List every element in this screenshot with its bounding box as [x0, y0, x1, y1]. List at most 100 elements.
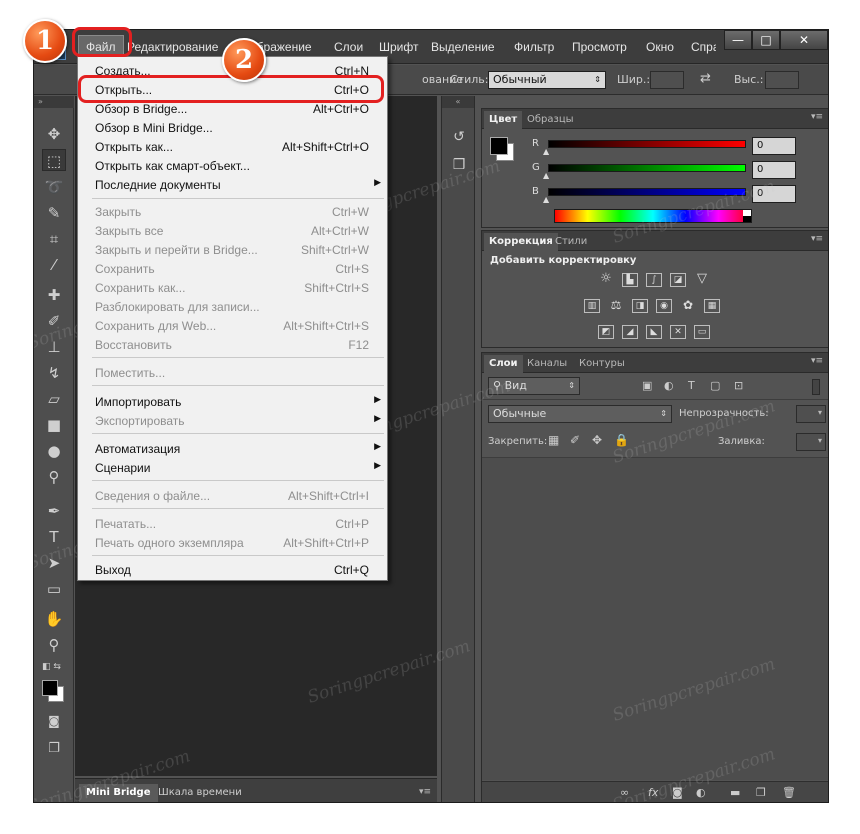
selective-color-icon[interactable]: ▭ — [694, 325, 710, 339]
color-spectrum-bar[interactable] — [554, 209, 752, 223]
layer-style-icon[interactable]: fx — [648, 786, 658, 799]
maximize-button[interactable]: □ — [752, 30, 780, 50]
move-tool-icon[interactable]: ✥ — [42, 123, 66, 145]
filter-pixel-icon[interactable]: ▣ — [642, 379, 652, 392]
layer-mask-icon[interactable]: ◙ — [672, 786, 683, 799]
menu-item-browse-mini-bridge[interactable]: Обзор в Mini Bridge... — [78, 118, 387, 137]
hue-saturation-icon[interactable]: ▥ — [584, 299, 600, 313]
blue-slider[interactable] — [548, 188, 746, 196]
fill-field[interactable]: ▾ — [796, 433, 826, 451]
stamp-tool-icon[interactable]: ⊥ — [42, 336, 66, 358]
tab-layers[interactable]: Слои — [484, 355, 523, 373]
menu-item-revert[interactable]: Восстановить F12 — [78, 335, 387, 354]
menu-select[interactable]: Выделение — [431, 40, 495, 54]
menu-item-scripts[interactable]: Сценарии ▶ — [78, 458, 387, 477]
dodge-tool-icon[interactable]: ⚲ — [42, 466, 66, 488]
tab-adjustments[interactable]: Коррекция — [484, 233, 558, 251]
new-layer-icon[interactable]: ❐ — [756, 786, 766, 799]
filter-smart-object-icon[interactable]: ⊡ — [734, 379, 743, 392]
lock-all-icon[interactable]: 🔒 — [614, 433, 629, 447]
marquee-tool-icon[interactable]: ⬚ — [42, 149, 66, 171]
tab-styles[interactable]: Стили — [550, 233, 592, 251]
filter-type-icon[interactable]: T — [688, 379, 695, 392]
green-slider-knob[interactable]: ▲ — [543, 171, 549, 180]
menu-item-save[interactable]: Сохранить Ctrl+S — [78, 259, 387, 278]
bottom-panel-menu-icon[interactable]: ▾≡ — [419, 787, 431, 797]
menu-item-print[interactable]: Печатать... Ctrl+P — [78, 514, 387, 533]
tab-paths[interactable]: Контуры — [574, 355, 630, 373]
levels-icon[interactable]: ▙ — [622, 273, 638, 287]
quick-selection-tool-icon[interactable]: ✎ — [42, 202, 66, 224]
healing-brush-tool-icon[interactable]: ✚ — [42, 284, 66, 306]
menu-item-file-info[interactable]: Сведения о файле... Alt+Shift+Ctrl+I — [78, 486, 387, 505]
invert-icon[interactable]: ◩ — [598, 325, 614, 339]
menu-edit[interactable]: Редактирование — [127, 40, 218, 54]
gradient-tool-icon[interactable]: ■ — [42, 414, 66, 436]
curves-icon[interactable]: ∫ — [646, 273, 662, 287]
height-field[interactable] — [765, 71, 799, 89]
tab-channels[interactable]: Каналы — [522, 355, 572, 373]
menu-layers[interactable]: Слои — [334, 40, 363, 54]
filter-toggle[interactable] — [812, 379, 820, 395]
strip-collapse-icon[interactable]: « — [442, 96, 474, 108]
zoom-tool-icon[interactable]: ⚲ — [42, 634, 66, 656]
color-lookup-icon[interactable]: ▦ — [704, 299, 720, 313]
menu-help[interactable]: Справка — [691, 40, 716, 54]
menu-item-save-for-web[interactable]: Сохранить для Web... Alt+Shift+Ctrl+S — [78, 316, 387, 335]
opacity-field[interactable]: ▾ — [796, 405, 826, 423]
close-button[interactable]: ✕ — [780, 30, 828, 50]
menu-item-open-as[interactable]: Открыть как... Alt+Shift+Ctrl+O — [78, 137, 387, 156]
pen-tool-icon[interactable]: ✒ — [42, 500, 66, 522]
color-fg-swatch[interactable] — [490, 137, 508, 155]
minimize-button[interactable]: — — [724, 30, 752, 50]
filter-adjustment-icon[interactable]: ◐ — [664, 379, 674, 392]
link-layers-icon[interactable]: ∞ — [620, 786, 629, 799]
layer-filter-select[interactable]: ⚲ Вид ⇕ — [488, 377, 580, 395]
screen-mode-icon[interactable]: ❐ — [42, 738, 66, 760]
type-tool-icon[interactable]: T — [42, 526, 66, 548]
menu-type[interactable]: Шрифт — [379, 40, 418, 54]
menu-item-place[interactable]: Поместить... — [78, 363, 387, 382]
menu-view[interactable]: Просмотр — [572, 40, 627, 54]
color-balance-icon[interactable]: ⚖ — [608, 299, 624, 313]
tab-color[interactable]: Цвет — [484, 111, 523, 129]
red-slider[interactable] — [548, 140, 746, 148]
blue-value-field[interactable]: 0 — [752, 185, 796, 203]
menu-item-exit[interactable]: Выход Ctrl+Q — [78, 560, 387, 579]
menu-item-recent-documents[interactable]: Последние документы ▶ — [78, 175, 387, 194]
red-slider-knob[interactable]: ▲ — [543, 147, 549, 156]
blend-mode-select[interactable]: Обычные ⇕ — [488, 405, 672, 423]
color-panel-menu-icon[interactable]: ▾≡ — [811, 112, 823, 122]
eraser-tool-icon[interactable]: ▱ — [42, 388, 66, 410]
lock-transparent-icon[interactable]: ▦ — [548, 433, 559, 447]
eyedropper-tool-icon[interactable]: ⁄ — [42, 254, 66, 276]
adjustments-panel-menu-icon[interactable]: ▾≡ — [811, 234, 823, 244]
hand-tool-icon[interactable]: ✋ — [42, 608, 66, 630]
green-slider[interactable] — [548, 164, 746, 172]
brush-tool-icon[interactable]: ✐ — [42, 310, 66, 332]
new-group-icon[interactable]: ▬ — [730, 786, 740, 799]
menu-item-print-one-copy[interactable]: Печать одного экземпляра Alt+Shift+Ctrl+… — [78, 533, 387, 552]
exposure-icon[interactable]: ◪ — [670, 273, 686, 287]
layers-list[interactable] — [482, 458, 828, 780]
menu-item-close-go-bridge[interactable]: Закрыть и перейти в Bridge... Shift+Ctrl… — [78, 240, 387, 259]
blur-tool-icon[interactable]: ● — [42, 440, 66, 462]
filter-shape-icon[interactable]: ▢ — [710, 379, 720, 392]
menu-filter[interactable]: Фильтр — [514, 40, 554, 54]
menu-item-close[interactable]: Закрыть Ctrl+W — [78, 202, 387, 221]
default-colors-icon[interactable]: ◧ ⇆ — [42, 662, 61, 672]
history-panel-icon[interactable]: ↺ — [447, 126, 471, 148]
menu-item-save-as[interactable]: Сохранить как... Shift+Ctrl+S — [78, 278, 387, 297]
menu-item-open-smart-object[interactable]: Открыть как смарт-объект... — [78, 156, 387, 175]
width-field[interactable] — [650, 71, 684, 89]
menu-item-unlock-write[interactable]: Разблокировать для записи... — [78, 297, 387, 316]
tools-collapse-icon[interactable]: » — [34, 96, 74, 108]
menu-window[interactable]: Окно — [646, 40, 674, 54]
history-brush-tool-icon[interactable]: ↯ — [42, 362, 66, 384]
crop-tool-icon[interactable]: ⌗ — [42, 228, 66, 250]
layers-panel-menu-icon[interactable]: ▾≡ — [811, 356, 823, 366]
vibrance-icon[interactable]: ▽ — [694, 272, 710, 287]
lasso-tool-icon[interactable]: ➰ — [42, 176, 66, 198]
style-select[interactable]: Обычный ⇕ — [488, 71, 606, 89]
path-selection-tool-icon[interactable]: ➤ — [42, 552, 66, 574]
